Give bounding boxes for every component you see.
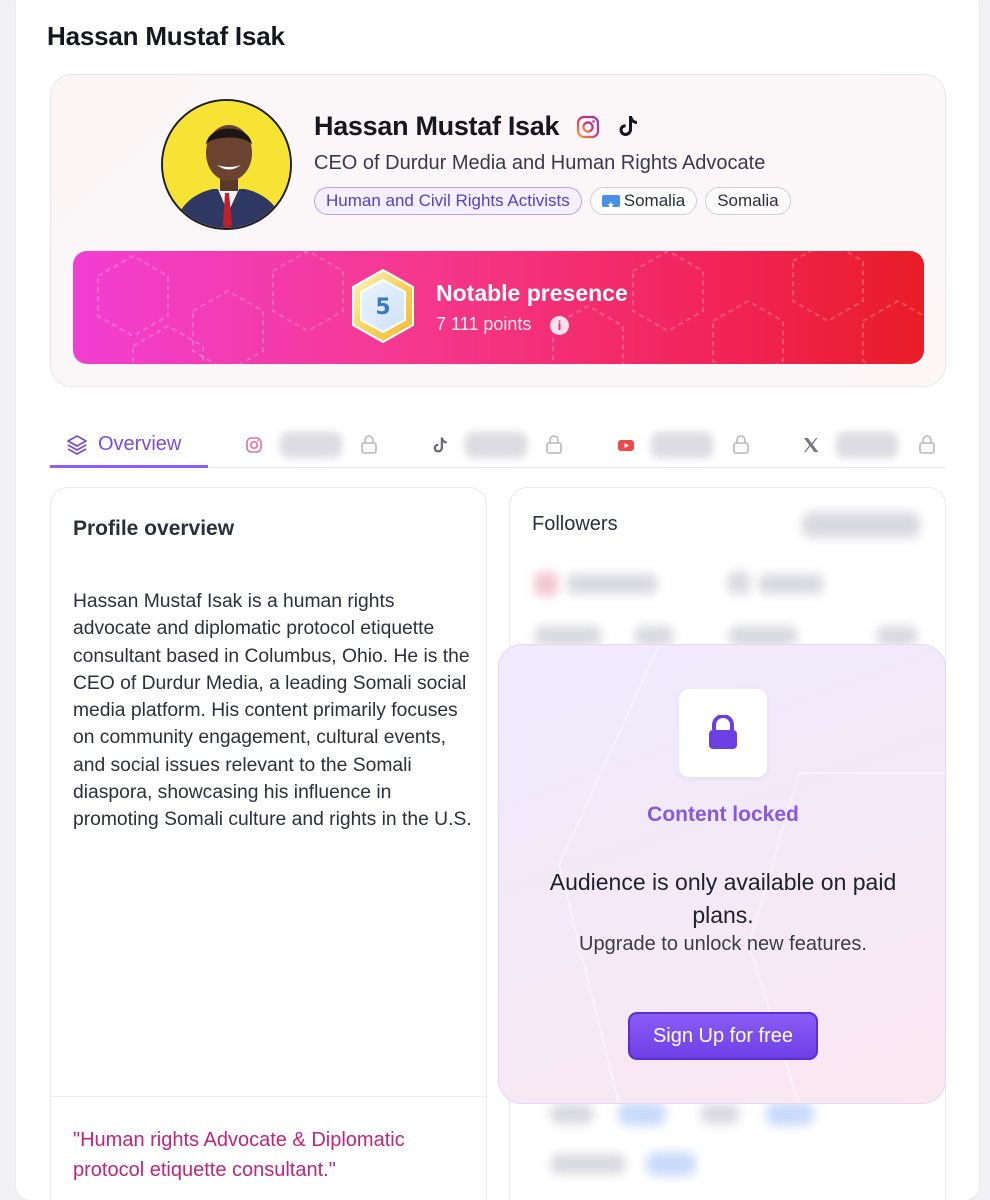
hexagon-pattern [97,251,924,364]
info-icon[interactable]: i [550,316,569,335]
presence-points: 7 111 points [436,314,532,334]
tab-tiktok-icon[interactable] [431,436,449,454]
tiktok-row-label-blurred [758,574,824,594]
category-tag[interactable]: Human and Civil Rights Activists [314,187,582,215]
profile-header-card: Hassan Mustaf Isak CEO of Durdur Media a… [50,74,946,387]
tab-tiktok-count-blurred [465,432,527,458]
instagram-row-label-blurred [566,574,658,594]
page-title: Hassan Mustaf Isak [47,21,285,51]
profile-quote: "Human rights Advocate & Diplomatic prot… [73,1129,405,1181]
tab-instagram-lock-icon [361,435,377,454]
lock-icon-container [679,689,767,777]
overview-divider [51,1096,486,1097]
somalia-flag-icon [601,192,620,218]
tiktok-row-icon-blurred [728,572,750,594]
profile-tags: Human and Civil Rights Activists Somalia… [314,187,791,218]
level-badge: 5 [352,268,414,344]
tab-youtube-icon[interactable] [617,436,635,454]
followers-stat-blurred [550,1104,594,1124]
profile-overview-title: Profile overview [73,517,235,540]
tab-x-icon[interactable] [802,436,820,454]
tab-youtube-lock-icon [733,435,749,454]
sign-up-button[interactable]: Sign Up for free [628,1012,818,1060]
followers-stat-blurred [550,1154,626,1174]
followers-stat-blurred [876,626,918,646]
tab-x-lock-icon [919,435,935,454]
content-locked-overlay: Content locked Audience is only availabl… [498,644,946,1104]
content-locked-message: Audience is only available on paid plans… [549,869,897,928]
tiktok-icon[interactable] [617,114,639,138]
avatar [161,99,292,230]
profile-subtitle: CEO of Durdur Media and Human Rights Adv… [314,152,766,174]
location-tag[interactable]: Somalia [705,187,791,215]
tab-instagram-count-blurred [280,432,342,458]
tab-tiktok-lock-icon [546,435,562,454]
profile-name: Hassan Mustaf Isak [314,111,560,141]
content-locked-subtext: Upgrade to unlock new features. [579,933,867,955]
presence-banner: 5 Notable presence 7 111 points i [73,251,924,364]
tab-overview-label: Overview [98,433,182,455]
instagram-row-icon-blurred [534,572,558,596]
country-tag-label: Somalia [623,191,686,210]
followers-stat-blurred [766,1102,814,1126]
profile-overview-card: Profile overview Hassan Mustaf Isak is a… [50,487,487,1200]
profile-overview-text: Hassan Mustaf Isak is a human rights adv… [73,591,472,831]
followers-stat-blurred [700,1104,740,1124]
followers-title: Followers [532,513,618,535]
tab-x-count-blurred [836,432,898,458]
content-locked-title: Content locked [647,803,799,826]
instagram-icon[interactable] [576,115,600,139]
presence-title: Notable presence [436,280,628,306]
followers-stat-blurred [728,626,798,646]
followers-stat-blurred [618,1102,666,1126]
tab-instagram-icon[interactable] [245,436,263,454]
tab-youtube-count-blurred [651,432,713,458]
followers-stat-blurred [646,1152,696,1176]
followers-total-blurred [802,512,920,538]
tab-overview[interactable]: Overview [50,427,208,468]
layers-icon [67,435,87,455]
level-number: 5 [375,295,390,320]
followers-stat-blurred [634,626,674,646]
country-flag-tag[interactable]: Somalia [589,187,698,218]
lock-icon [709,715,737,749]
followers-stat-blurred [534,626,602,646]
